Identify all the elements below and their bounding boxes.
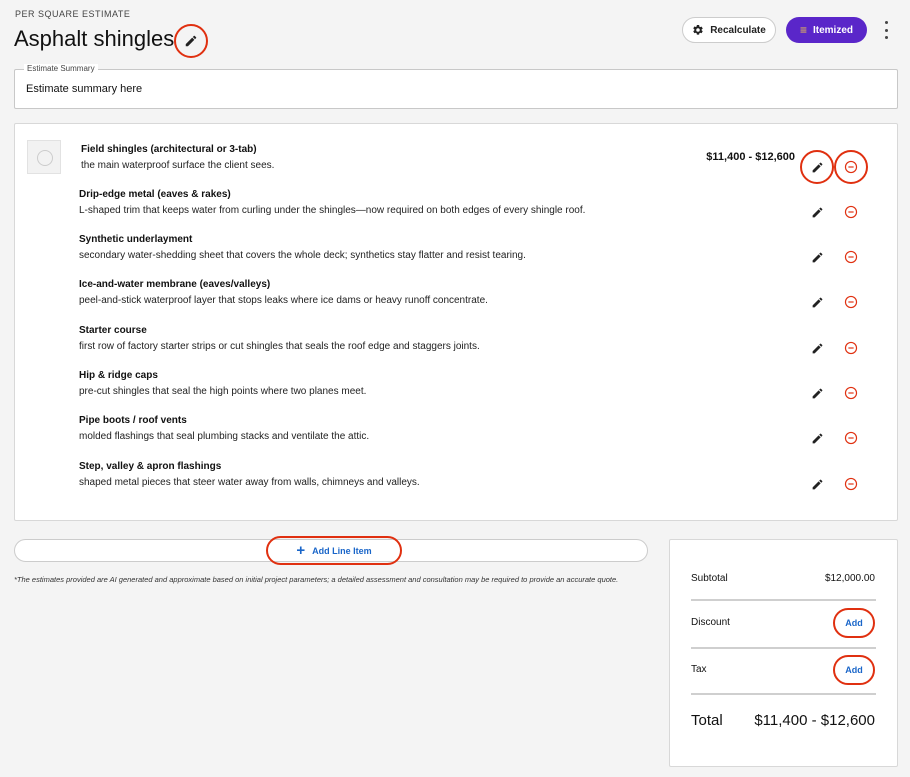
remove-circle-icon <box>844 205 858 219</box>
edit-line-item-button[interactable] <box>806 337 828 359</box>
add-discount-button[interactable]: Add <box>833 608 875 638</box>
line-item-name: Hip & ridge caps <box>79 370 158 381</box>
remove-circle-icon <box>844 341 858 355</box>
line-item: Synthetic underlayment secondary water-sh… <box>79 234 699 261</box>
pencil-icon <box>812 207 822 217</box>
remove-line-item-button[interactable] <box>840 473 862 495</box>
line-item-description: the main waterproof surface the client s… <box>81 160 275 171</box>
pencil-icon <box>812 433 822 443</box>
pencil-icon <box>812 479 822 489</box>
add-tax-button[interactable]: Add <box>833 655 875 685</box>
line-item-description: secondary water-shedding sheet that cove… <box>79 250 526 261</box>
line-item-name: Pipe boots / roof vents <box>79 415 187 426</box>
estimate-summary-field[interactable]: Estimate Summary Estimate summary here <box>14 64 898 109</box>
line-item: Starter course first row of factory start… <box>79 325 699 352</box>
page-title: Asphalt shingles <box>14 26 175 51</box>
totals-panel: Subtotal $12,000.00 Discount Add Tax Add… <box>669 539 898 767</box>
total-label: Total <box>691 712 723 729</box>
line-item-description: pre-cut shingles that seal the high poin… <box>79 386 367 397</box>
line-item-description: first row of factory starter strips or c… <box>79 341 480 352</box>
recalculate-label: Recalculate <box>710 24 766 36</box>
subtotal-value: $12,000.00 <box>824 573 875 584</box>
edit-line-item-button[interactable] <box>806 246 828 268</box>
line-item: Field shingles (architectural or 3-tab) t… <box>81 144 701 171</box>
estimate-summary-text: Estimate summary here <box>26 83 143 95</box>
remove-line-item-button[interactable] <box>840 246 862 268</box>
itemized-button[interactable]: ≡ Itemized <box>786 17 867 43</box>
divider <box>691 693 876 695</box>
pencil-icon <box>812 252 822 262</box>
item-price: $11,400 - $12,600 <box>706 151 795 163</box>
add-line-item-label: Add Line Item <box>312 545 372 556</box>
remove-circle-icon <box>844 250 858 264</box>
edit-line-item-button[interactable] <box>806 291 828 313</box>
remove-line-item-button[interactable] <box>840 382 862 404</box>
edit-line-item-button[interactable] <box>806 382 828 404</box>
line-items-card: $11,400 - $12,600 Field shingles (archit… <box>14 123 898 521</box>
recalculate-button[interactable]: Recalculate <box>682 17 776 43</box>
remove-line-item-button[interactable] <box>840 201 862 223</box>
remove-line-item-button[interactable] <box>840 427 862 449</box>
tax-label: Tax <box>691 664 707 675</box>
line-item-name: Step, valley & apron flashings <box>79 461 222 472</box>
remove-line-item-button[interactable] <box>840 337 862 359</box>
gear-icon <box>693 24 703 35</box>
pencil-icon <box>185 35 197 47</box>
subtotal-label: Subtotal <box>691 573 728 584</box>
plus-icon: + <box>296 542 306 559</box>
edit-line-item-button[interactable] <box>806 201 828 223</box>
line-item-name: Starter course <box>79 325 147 336</box>
divider <box>691 599 876 601</box>
line-item-description: L-shaped trim that keeps water from curl… <box>79 205 586 216</box>
pencil-icon <box>812 388 822 398</box>
line-item-description: molded flashings that seal plumbing stac… <box>79 431 370 442</box>
line-item: Step, valley & apron flashings shaped met… <box>79 461 699 488</box>
highlight-ring <box>834 150 868 184</box>
discount-label: Discount <box>691 617 730 628</box>
line-item: Drip-edge metal (eaves & rakes) L-shaped … <box>79 189 699 216</box>
itemized-label: Itemized <box>813 24 854 36</box>
list-icon: ≡ <box>799 23 807 37</box>
divider <box>691 647 876 649</box>
edit-title-button[interactable] <box>174 24 208 58</box>
line-item: Ice-and-water membrane (eaves/valleys) pe… <box>79 279 699 306</box>
pencil-icon <box>812 343 822 353</box>
more-options-icon[interactable] <box>880 21 892 39</box>
line-item: Hip & ridge caps pre-cut shingles that se… <box>79 370 699 397</box>
remove-line-item-button[interactable] <box>840 291 862 313</box>
line-item-name: Drip-edge metal (eaves & rakes) <box>79 189 231 200</box>
line-item: Pipe boots / roof vents molded flashings … <box>79 415 699 442</box>
disclaimer-text: *The estimates provided are AI generated… <box>14 575 619 584</box>
line-item-description: peel-and-stick waterproof layer that sto… <box>79 295 488 306</box>
total-value: $11,400 - $12,600 <box>754 712 875 729</box>
pencil-icon <box>812 297 822 307</box>
edit-line-item-button[interactable] <box>806 473 828 495</box>
edit-line-item-button[interactable] <box>806 427 828 449</box>
page-eyebrow: PER SQUARE ESTIMATE <box>15 9 131 19</box>
remove-circle-icon <box>844 431 858 445</box>
remove-circle-icon <box>844 386 858 400</box>
remove-circle-icon <box>844 295 858 309</box>
add-line-item-button[interactable]: + Add Line Item <box>266 536 402 565</box>
remove-circle-icon <box>844 477 858 491</box>
highlight-ring <box>800 150 834 184</box>
line-item-name: Field shingles (architectural or 3-tab) <box>81 144 257 155</box>
line-item-name: Ice-and-water membrane (eaves/valleys) <box>79 279 271 290</box>
item-thumbnail <box>27 140 61 174</box>
line-item-description: shaped metal pieces that steer water awa… <box>79 477 420 488</box>
estimate-summary-label: Estimate Summary <box>24 64 98 73</box>
line-item-name: Synthetic underlayment <box>79 234 193 245</box>
